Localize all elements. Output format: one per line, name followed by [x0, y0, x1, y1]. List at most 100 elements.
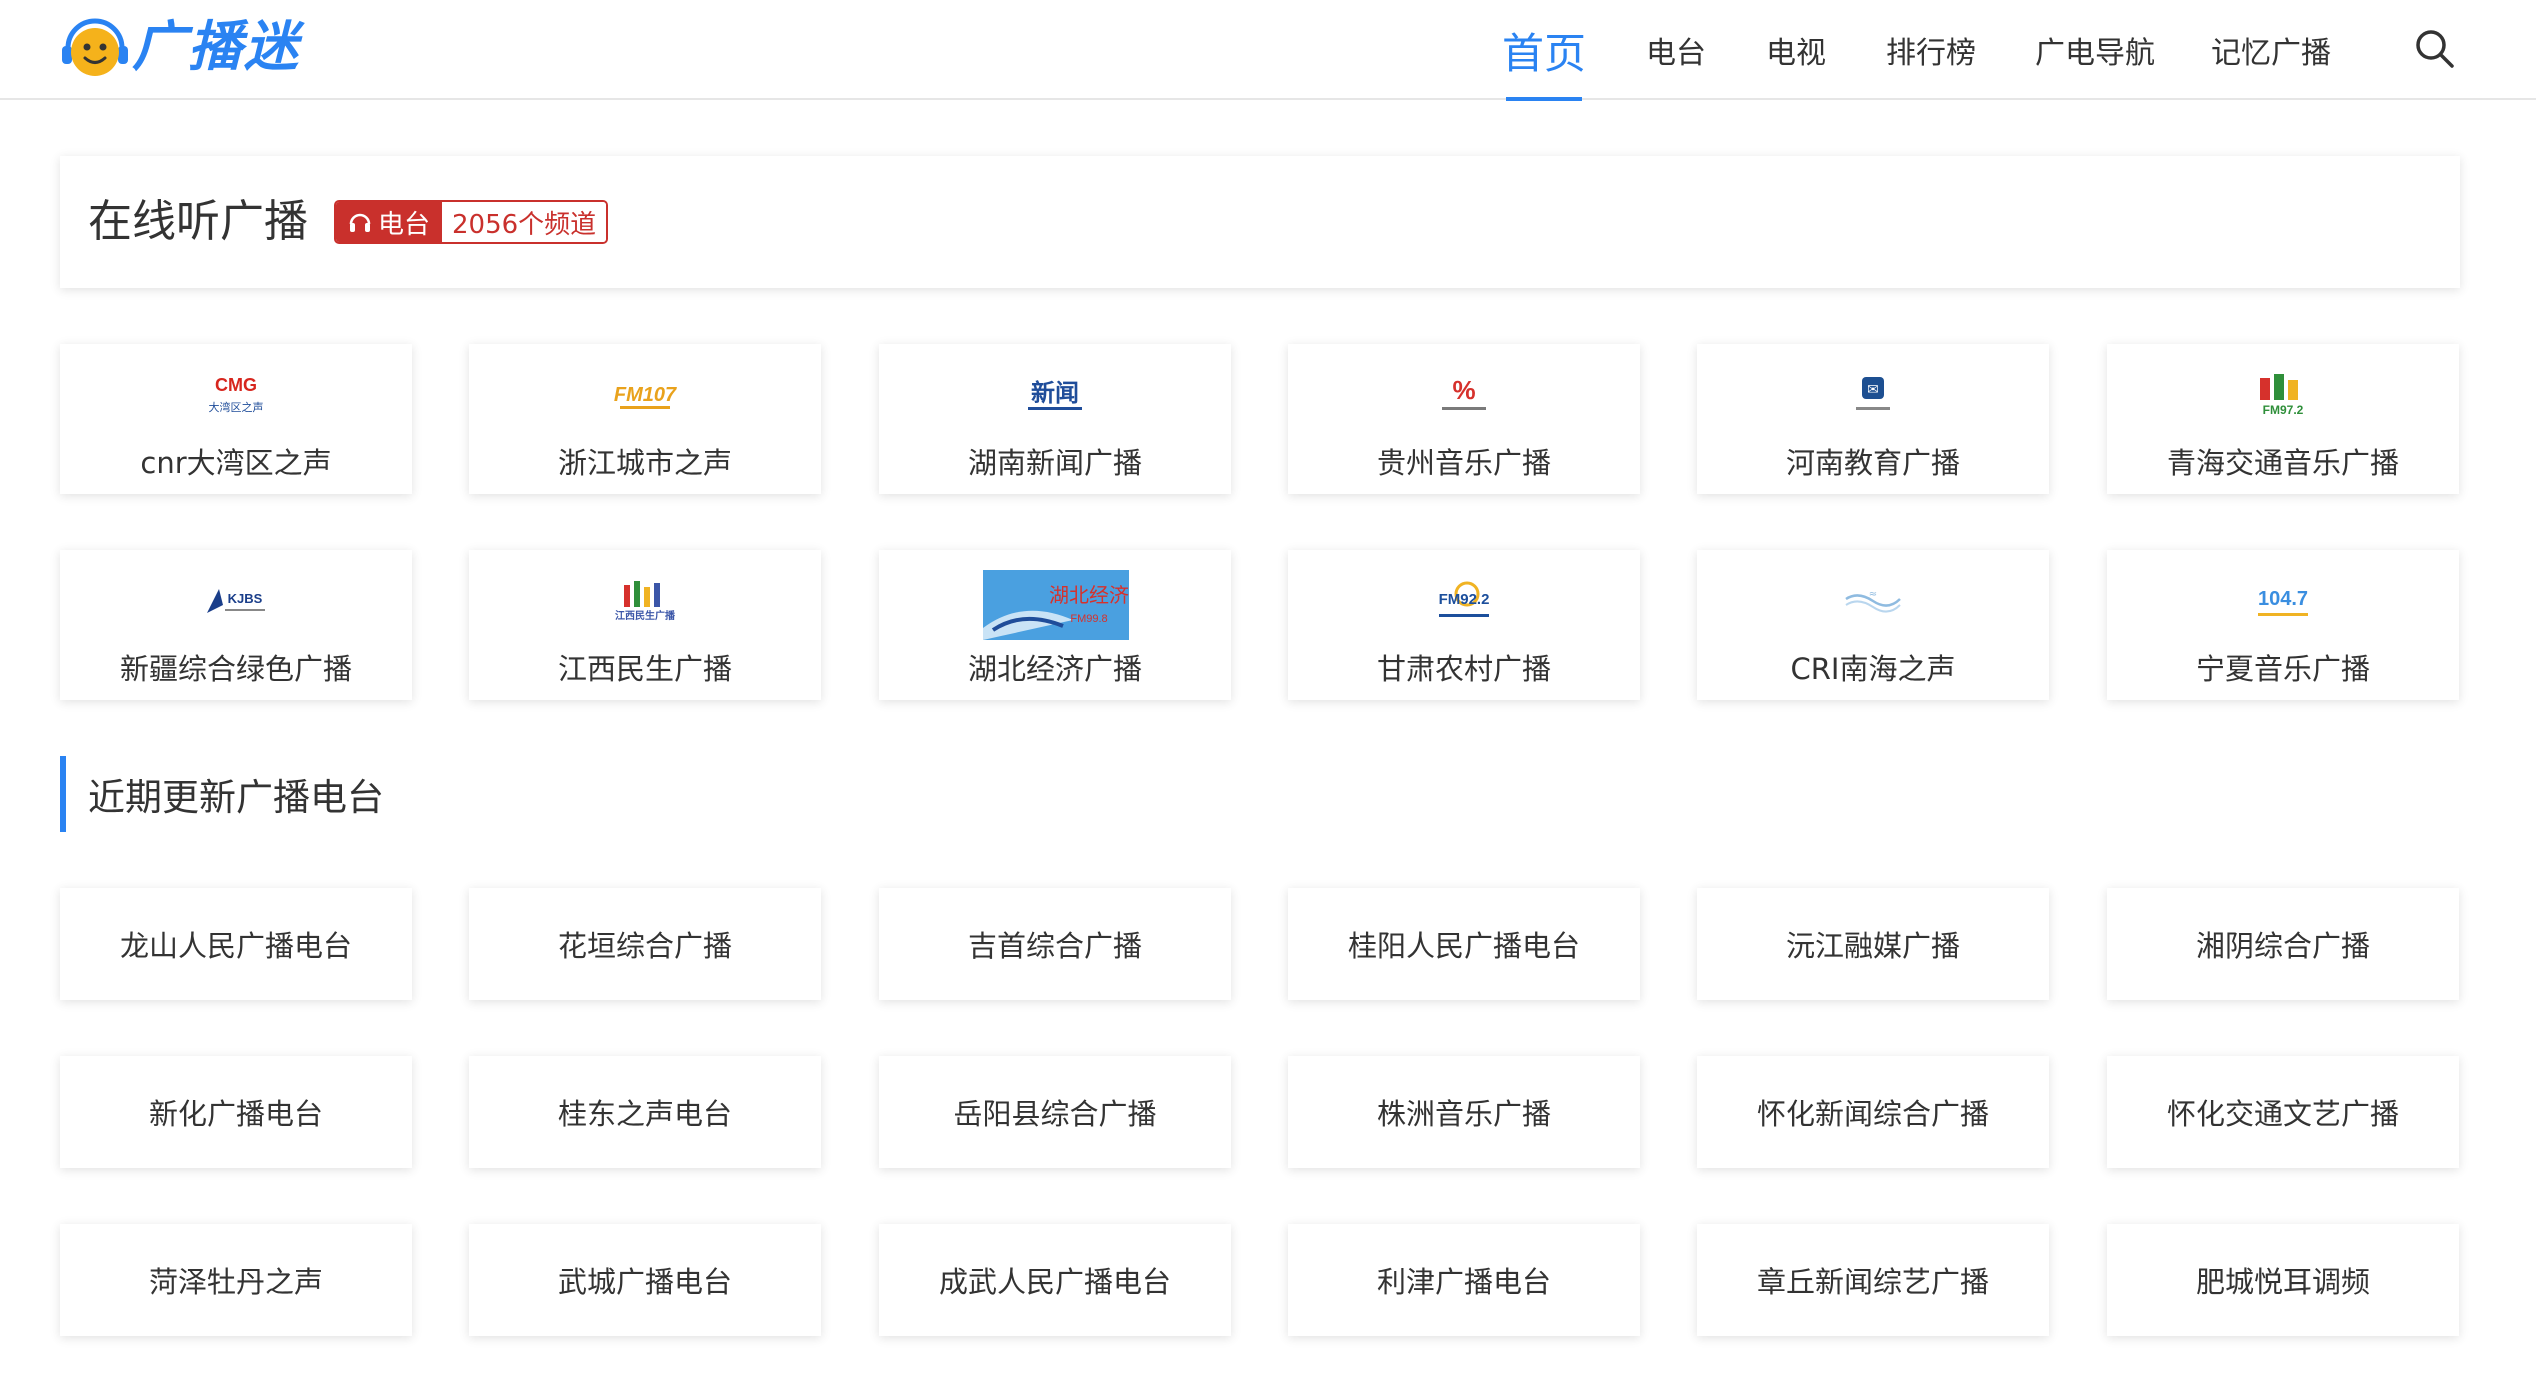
station-logo: FM97.2: [2213, 366, 2353, 424]
station-card[interactable]: CMG 大湾区之声 cnr大湾区之声: [60, 344, 412, 494]
svg-text:江西民生广播: 江西民生广播: [615, 609, 676, 622]
station-name: 株洲音乐广播: [1376, 1097, 1551, 1131]
recent-station-card[interactable]: 怀化新闻综合广播: [1697, 1056, 2049, 1168]
svg-text:FM92.2: FM92.2: [1439, 591, 1490, 608]
station-name: 湖北经济广播: [967, 652, 1142, 686]
station-name: 桂阳人民广播电台: [1347, 929, 1580, 963]
station-name: 怀化交通文艺广播: [2166, 1097, 2399, 1131]
recent-station-card[interactable]: 新化广播电台: [60, 1056, 412, 1168]
recent-station-card[interactable]: 吉首综合广播: [879, 888, 1231, 1000]
svg-text:CMG: CMG: [215, 375, 257, 395]
station-logo: FM92.2: [1394, 572, 1534, 630]
search-icon[interactable]: [2412, 26, 2456, 70]
nav-memory[interactable]: 记忆广播: [2206, 0, 2336, 100]
recent-station-card[interactable]: 株洲音乐广播: [1288, 1056, 1640, 1168]
station-card[interactable]: FM92.2 甘肃农村广播: [1288, 550, 1640, 700]
station-logo: 湖北经济 FM99.8: [983, 570, 1129, 640]
smiley-headphones-icon: [62, 18, 128, 76]
station-name: 怀化新闻综合广播: [1756, 1097, 1989, 1131]
station-name: CRI南海之声: [1790, 652, 1956, 686]
station-card[interactable]: 湖北经济 FM99.8 湖北经济广播: [879, 550, 1231, 700]
station-logo: 104.7: [2213, 572, 2353, 630]
recent-station-card[interactable]: 怀化交通文艺广播: [2107, 1056, 2459, 1168]
station-name: 贵州音乐广播: [1376, 446, 1551, 480]
recent-station-card[interactable]: 桂阳人民广播电台: [1288, 888, 1640, 1000]
svg-text:104.7: 104.7: [2258, 588, 2308, 610]
recent-station-card[interactable]: 菏泽牡丹之声: [60, 1224, 412, 1336]
station-card[interactable]: ≈ CRI南海之声: [1697, 550, 2049, 700]
svg-text:FM107: FM107: [614, 384, 677, 406]
station-card[interactable]: KJBS 新疆综合绿色广播: [60, 550, 412, 700]
recent-station-card[interactable]: 肥城悦耳调频: [2107, 1224, 2459, 1336]
station-name: 肥城悦耳调频: [2195, 1265, 2370, 1299]
recent-station-card[interactable]: 章丘新闻综艺广播: [1697, 1224, 2049, 1336]
recent-station-card[interactable]: 花垣综合广播: [469, 888, 821, 1000]
svg-text:新闻: 新闻: [1031, 379, 1079, 407]
station-name: 岳阳县综合广播: [953, 1097, 1157, 1131]
station-name: 武城广播电台: [557, 1265, 732, 1299]
online-radio-header: 在线听广播 电台 2056个频道: [60, 156, 2460, 288]
recent-station-card[interactable]: 成武人民广播电台: [879, 1224, 1231, 1336]
station-name: 桂东之声电台: [557, 1097, 732, 1131]
station-logo: 江西民生广播: [575, 572, 715, 630]
svg-text:✉: ✉: [1867, 382, 1879, 398]
station-name: 菏泽牡丹之声: [148, 1265, 323, 1299]
recent-station-card[interactable]: 龙山人民广播电台: [60, 888, 412, 1000]
headphones-icon: [349, 213, 371, 232]
station-card[interactable]: FM107 浙江城市之声: [469, 344, 821, 494]
station-name: 新疆综合绿色广播: [119, 652, 352, 686]
station-logo: %: [1394, 366, 1534, 424]
station-name: 沅江融媒广播: [1785, 929, 1960, 963]
nav-radio[interactable]: 电台: [1636, 0, 1716, 100]
svg-text:湖北经济: 湖北经济: [1049, 583, 1129, 607]
recent-station-card[interactable]: 岳阳县综合广播: [879, 1056, 1231, 1168]
station-logo: CMG 大湾区之声: [166, 366, 306, 424]
site-header: 广播迷 首页 电台 电视 排行榜 广电导航 记忆广播: [0, 0, 2536, 101]
station-name: cnr大湾区之声: [140, 446, 332, 480]
nav-ranking[interactable]: 排行榜: [1876, 0, 1986, 100]
station-name: 湘阴综合广播: [2195, 929, 2370, 963]
svg-text:FM99.8: FM99.8: [1070, 613, 1107, 625]
station-name: 浙江城市之声: [557, 446, 732, 480]
page-title: 在线听广播: [88, 196, 308, 247]
recent-station-card[interactable]: 利津广播电台: [1288, 1224, 1640, 1336]
station-name: 成武人民广播电台: [938, 1265, 1171, 1299]
station-name: 江西民生广播: [557, 652, 732, 686]
station-card[interactable]: ✉ 河南教育广播: [1697, 344, 2049, 494]
badge-label: 电台: [378, 209, 431, 240]
recent-station-card[interactable]: 沅江融媒广播: [1697, 888, 2049, 1000]
nav-guide[interactable]: 广电导航: [2030, 0, 2160, 100]
station-name: 宁夏音乐广播: [2195, 652, 2370, 686]
station-logo: FM107: [575, 366, 715, 424]
station-name: 甘肃农村广播: [1376, 652, 1551, 686]
recent-section-title: 近期更新广播电台: [60, 756, 384, 832]
station-card[interactable]: 江西民生广播 江西民生广播: [469, 550, 821, 700]
station-name: 吉首综合广播: [967, 929, 1142, 963]
svg-text:KJBS: KJBS: [228, 591, 263, 606]
recent-station-card[interactable]: 湘阴综合广播: [2107, 888, 2459, 1000]
station-logo: KJBS: [166, 572, 306, 630]
nav-home[interactable]: 首页: [1494, 0, 1594, 101]
station-name: 河南教育广播: [1785, 446, 1960, 480]
station-name: 新化广播电台: [148, 1097, 323, 1131]
site-logo[interactable]: 广播迷: [60, 14, 330, 80]
station-card[interactable]: 104.7 宁夏音乐广播: [2107, 550, 2459, 700]
station-name: 章丘新闻综艺广播: [1756, 1265, 1989, 1299]
badge-count: 2056个频道: [442, 202, 607, 242]
station-logo: ≈: [1803, 572, 1943, 630]
station-name: 青海交通音乐广播: [2166, 446, 2399, 480]
nav-tv[interactable]: 电视: [1756, 0, 1836, 100]
station-name: 湖南新闻广播: [967, 446, 1142, 480]
svg-text:大湾区之声: 大湾区之声: [209, 400, 264, 414]
svg-text:FM97.2: FM97.2: [2263, 403, 2304, 417]
recent-station-card[interactable]: 桂东之声电台: [469, 1056, 821, 1168]
station-count-badge[interactable]: 电台 2056个频道: [334, 200, 609, 244]
station-logo: ✉: [1803, 366, 1943, 424]
station-logo: 新闻: [985, 366, 1125, 424]
station-name: 利津广播电台: [1376, 1265, 1551, 1299]
station-card[interactable]: % 贵州音乐广播: [1288, 344, 1640, 494]
svg-text:≈: ≈: [1869, 589, 1877, 600]
recent-station-card[interactable]: 武城广播电台: [469, 1224, 821, 1336]
station-card[interactable]: FM97.2 青海交通音乐广播: [2107, 344, 2459, 494]
station-card[interactable]: 新闻 湖南新闻广播: [879, 344, 1231, 494]
